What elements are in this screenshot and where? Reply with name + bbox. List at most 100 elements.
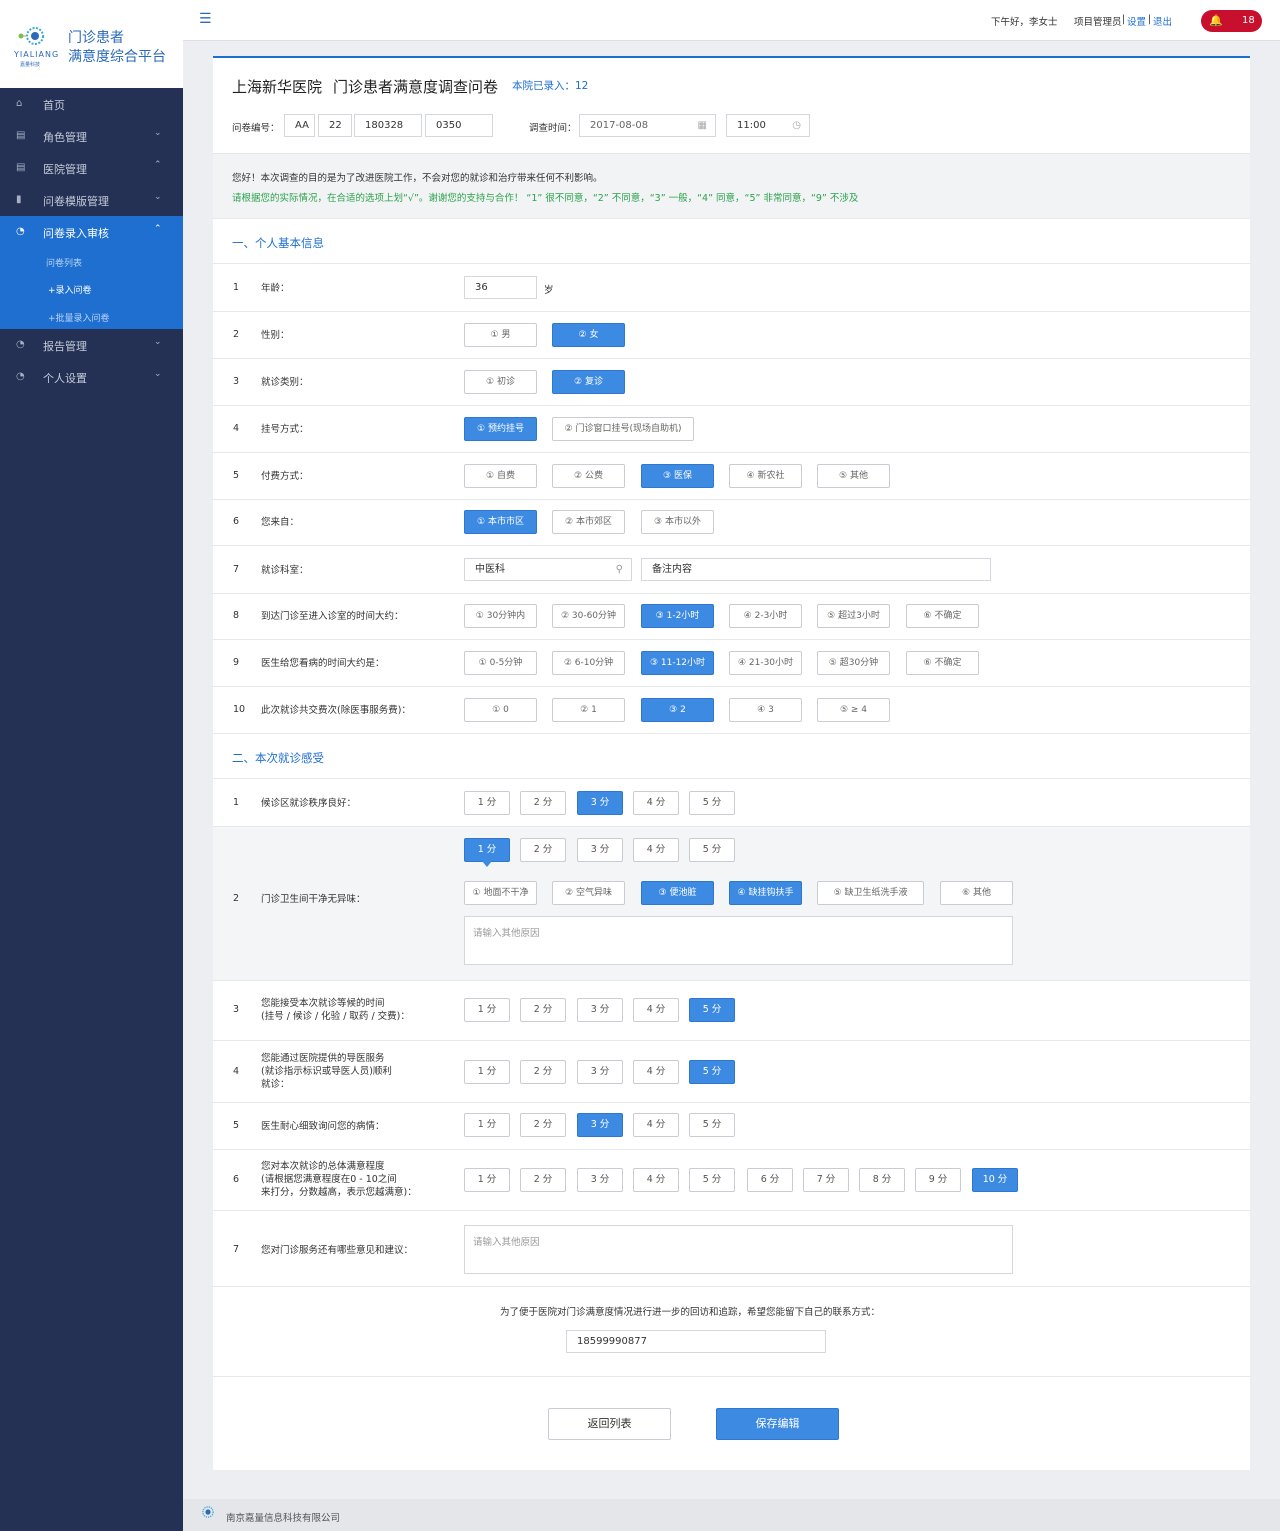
- option-button[interactable]: ⑤ 超30分钟: [817, 651, 890, 675]
- option-button[interactable]: ⑥ 不确定: [906, 651, 979, 675]
- notification-button[interactable]: 🔔 18: [1201, 10, 1262, 32]
- score-button[interactable]: 4 分: [633, 838, 679, 862]
- option-button[interactable]: ③ 本市以外: [641, 510, 714, 534]
- option-button[interactable]: ⑤ ≥ 4: [817, 698, 890, 722]
- score-button[interactable]: 5 分: [689, 1113, 735, 1137]
- settings-link[interactable]: 设置: [1127, 14, 1146, 28]
- remark-input[interactable]: 备注内容: [641, 558, 991, 581]
- reason-option-button[interactable]: ⑤ 缺卫生纸洗手液: [817, 881, 924, 905]
- code-field-4[interactable]: 0350: [425, 114, 493, 137]
- option-button[interactable]: ④ 新农社: [729, 464, 802, 488]
- time-picker[interactable]: 11:00 ◷: [726, 114, 810, 137]
- score-button[interactable]: 4 分: [633, 1168, 679, 1192]
- menu-toggle-icon[interactable]: ☰: [199, 12, 213, 26]
- option-button[interactable]: ⑤ 其他: [817, 464, 890, 488]
- score-button[interactable]: 2 分: [520, 838, 566, 862]
- option-button[interactable]: ① 预约挂号: [464, 417, 537, 441]
- date-picker[interactable]: 2017-08-08 ▦: [579, 114, 716, 137]
- other-reason-textarea[interactable]: 请输入其他原因: [464, 916, 1013, 965]
- phone-input[interactable]: 18599990877: [566, 1330, 826, 1353]
- brand-logo[interactable]: YIALIANG 嘉量科技 门诊患者 满意度综合平台: [0, 0, 183, 88]
- score-button[interactable]: 2 分: [520, 1113, 566, 1137]
- option-button[interactable]: ③ 2: [641, 698, 714, 722]
- score-button[interactable]: 7 分: [803, 1168, 849, 1192]
- nav-item-2[interactable]: ▤ 医院管理 ⌃: [0, 152, 183, 184]
- sub-nav-item-2[interactable]: +批量录入问卷: [48, 311, 110, 324]
- score-button[interactable]: 3 分: [577, 998, 623, 1022]
- sub-nav-item-0[interactable]: 问卷列表: [46, 256, 82, 269]
- reason-option-button[interactable]: ④ 缺挂钩扶手: [729, 881, 802, 905]
- reason-option-button[interactable]: ⑥ 其他: [940, 881, 1013, 905]
- nav-item-6[interactable]: ◔ 个人设置 ⌄: [0, 361, 183, 393]
- score-button[interactable]: 1 分: [464, 1113, 510, 1137]
- option-button[interactable]: ① 30分钟内: [464, 604, 537, 628]
- save-button[interactable]: 保存编辑: [716, 1408, 839, 1440]
- score-button[interactable]: 3 分: [577, 1113, 623, 1137]
- option-button[interactable]: ② 公费: [552, 464, 625, 488]
- code-field-1[interactable]: AA: [284, 114, 315, 137]
- option-button[interactable]: ② 女: [552, 323, 625, 347]
- score-button[interactable]: 6 分: [747, 1168, 793, 1192]
- score-button[interactable]: 5 分: [689, 1060, 735, 1084]
- score-button[interactable]: 5 分: [689, 791, 735, 815]
- score-button[interactable]: 8 分: [859, 1168, 905, 1192]
- logout-link[interactable]: 退出: [1153, 14, 1172, 28]
- sub-nav-item-1[interactable]: +录入问卷: [48, 283, 92, 296]
- score-button[interactable]: 4 分: [633, 791, 679, 815]
- score-button[interactable]: 1 分: [464, 791, 510, 815]
- age-input[interactable]: 36: [464, 276, 537, 299]
- option-button[interactable]: ① 初诊: [464, 370, 537, 394]
- score-button[interactable]: 2 分: [520, 1060, 566, 1084]
- reason-option-button[interactable]: ② 空气异味: [552, 881, 625, 905]
- score-button[interactable]: 1 分: [464, 1168, 510, 1192]
- score-button[interactable]: 2 分: [520, 1168, 566, 1192]
- score-button[interactable]: 2 分: [520, 998, 566, 1022]
- reason-option-button[interactable]: ① 地面不干净: [464, 881, 537, 905]
- option-button[interactable]: ④ 2-3小时: [729, 604, 802, 628]
- option-button[interactable]: ③ 11-12小时: [641, 651, 714, 675]
- option-button[interactable]: ② 6-10分钟: [552, 651, 625, 675]
- option-button[interactable]: ① 0: [464, 698, 537, 722]
- code-field-3[interactable]: 180328: [354, 114, 422, 137]
- score-button[interactable]: 3 分: [577, 1168, 623, 1192]
- option-button[interactable]: ① 0-5分钟: [464, 651, 537, 675]
- back-to-list-button[interactable]: 返回列表: [548, 1408, 671, 1440]
- score-button[interactable]: 3 分: [577, 838, 623, 862]
- score-button[interactable]: 1 分: [464, 998, 510, 1022]
- option-button[interactable]: ② 复诊: [552, 370, 625, 394]
- option-button[interactable]: ① 本市市区: [464, 510, 537, 534]
- option-button[interactable]: ② 30-60分钟: [552, 604, 625, 628]
- option-button[interactable]: ④ 3: [729, 698, 802, 722]
- score-button[interactable]: 9 分: [915, 1168, 961, 1192]
- reason-option-button[interactable]: ③ 便池脏: [641, 881, 714, 905]
- option-button[interactable]: ② 1: [552, 698, 625, 722]
- score-button[interactable]: 10 分: [972, 1168, 1018, 1192]
- score-button[interactable]: 5 分: [689, 838, 735, 862]
- option-button[interactable]: ⑥ 不确定: [906, 604, 979, 628]
- option-button[interactable]: ② 门诊窗口挂号(现场自助机): [552, 417, 694, 441]
- option-button[interactable]: ① 自费: [464, 464, 537, 488]
- nav-item-4[interactable]: ◔ 问卷录入审核 ⌃: [0, 216, 183, 248]
- nav-item-1[interactable]: ▤ 角色管理 ⌄: [0, 120, 183, 152]
- option-button[interactable]: ② 本市郊区: [552, 510, 625, 534]
- score-button[interactable]: 3 分: [577, 1060, 623, 1084]
- score-button[interactable]: 5 分: [689, 1168, 735, 1192]
- score-button[interactable]: 3 分: [577, 791, 623, 815]
- nav-item-5[interactable]: ◔ 报告管理 ⌄: [0, 329, 183, 361]
- score-button[interactable]: 1 分: [464, 1060, 510, 1084]
- suggestions-textarea[interactable]: 请输入其他原因: [464, 1225, 1013, 1274]
- score-button[interactable]: 2 分: [520, 791, 566, 815]
- score-button[interactable]: 5 分: [689, 998, 735, 1022]
- option-button[interactable]: ③ 医保: [641, 464, 714, 488]
- code-field-2[interactable]: 22: [318, 114, 352, 137]
- score-button[interactable]: 4 分: [633, 1113, 679, 1137]
- score-button[interactable]: 4 分: [633, 1060, 679, 1084]
- score-button[interactable]: 4 分: [633, 998, 679, 1022]
- option-button[interactable]: ⑤ 超过3小时: [817, 604, 890, 628]
- option-button[interactable]: ④ 21-30小时: [729, 651, 802, 675]
- option-button[interactable]: ③ 1-2小时: [641, 604, 714, 628]
- department-search-input[interactable]: 中医科 ⚲: [464, 558, 632, 581]
- option-button[interactable]: ① 男: [464, 323, 537, 347]
- score-button[interactable]: 1 分: [464, 838, 510, 862]
- nav-item-3[interactable]: ▮ 问卷模版管理 ⌄: [0, 184, 183, 216]
